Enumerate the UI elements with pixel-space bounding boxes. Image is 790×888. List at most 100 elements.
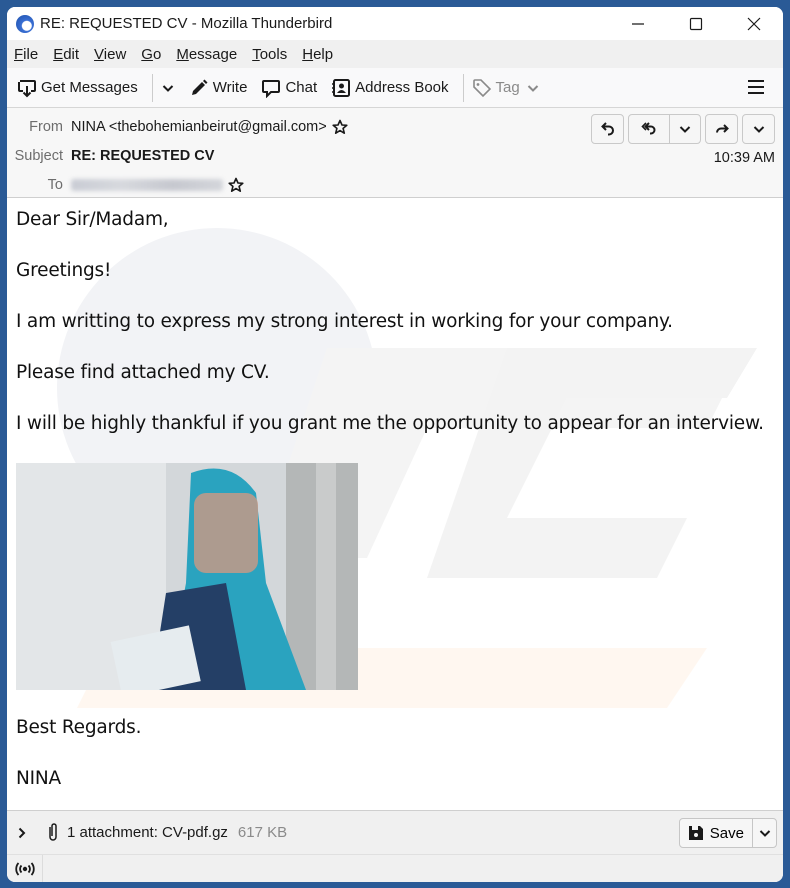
chat-label: Chat [285,79,318,96]
body-paragraph: Greetings! [16,260,112,281]
maximize-button[interactable] [667,7,725,40]
menu-label: o [152,45,162,63]
reply-button[interactable] [591,114,624,144]
embedded-photo[interactable] [16,463,358,690]
thunderbird-logo-icon [16,14,34,33]
maximize-icon [689,17,703,30]
menu-message[interactable]: Message [176,46,237,63]
forward-button[interactable] [705,114,738,144]
message-body: Dear Sir/Madam, Greetings! I am writting… [7,198,783,810]
menu-edit[interactable]: Edit [53,46,79,63]
online-broadcast-icon [14,861,35,876]
tag-button[interactable]: Tag [472,78,544,98]
menu-go[interactable]: Go [141,46,161,63]
more-actions-button[interactable] [742,114,775,144]
hamburger-menu-icon [748,80,764,94]
menu-label: elp [313,45,334,63]
star-icon[interactable] [332,119,348,135]
title-bar: RE: REQUESTED CV - Mozilla Thunderbird [7,7,783,40]
address-book-label: Address Book [355,79,449,96]
menu-view[interactable]: View [94,46,126,63]
thunderbird-window: RE: REQUESTED CV - Mozilla Thunderbird F… [7,7,783,882]
chevron-down-icon [679,126,691,133]
minimize-icon [632,22,644,25]
chat-bubble-icon [262,79,281,98]
address-book-icon [332,78,351,97]
subject-value: RE: REQUESTED CV [71,148,215,164]
to-value-redacted[interactable] [71,179,223,191]
status-bar [7,854,783,882]
reply-all-dropdown[interactable] [669,115,700,143]
save-disk-icon [688,826,703,840]
from-row: From NINA <thebohemianbeirut@gmail.com> [7,119,348,135]
save-dropdown[interactable] [752,819,776,847]
chevron-down-icon [162,84,173,92]
body-paragraph: Dear Sir/Madam, [16,209,169,230]
save-label: Save [709,824,744,842]
online-status-button[interactable] [7,854,43,882]
to-row: To [7,177,244,193]
minimize-button[interactable] [609,7,667,40]
menu-label: iew [103,45,127,63]
menu-accel: E [53,45,64,63]
chevron-down-icon [753,126,764,133]
forward-arrow-icon [715,124,729,133]
app-menu-button[interactable] [747,78,765,101]
menu-accel: G [141,45,153,63]
menu-help[interactable]: Help [302,46,333,63]
close-button[interactable] [725,7,783,40]
reply-icon [600,122,614,136]
window-title: RE: REQUESTED CV - Mozilla Thunderbird [40,15,333,32]
message-header: From NINA <thebohemianbeirut@gmail.com> … [7,108,783,198]
save-attachment-button[interactable]: Save [678,818,777,848]
body-paragraph: I will be highly thankful if you grant m… [16,413,764,434]
chevron-down-icon [527,84,538,92]
to-label: To [47,177,63,193]
signature-text: NINA [16,768,61,789]
subject-row: Subject RE: REQUESTED CV [7,148,215,164]
main-toolbar: Get Messages Write Chat Address Book Tag [7,68,783,108]
menu-accel: T [252,45,260,63]
toolbar-separator [462,73,464,102]
download-inbox-icon [18,79,36,97]
menu-accel: H [302,45,314,63]
attachment-summary[interactable]: 1 attachment: CV-pdf.gz [67,824,228,841]
write-label: Write [212,79,248,96]
paperclip-icon [49,822,57,841]
get-messages-button[interactable]: Get Messages [17,78,138,98]
from-value[interactable]: NINA <thebohemianbeirut@gmail.com> [71,119,327,135]
closing-text: Best Regards. [16,717,142,738]
attachment-size: 617 KB [237,824,288,841]
menu-accel: V [94,45,104,63]
get-messages-dropdown[interactable] [161,81,175,95]
tag-label: Tag [495,79,520,96]
menu-label: ile [23,45,39,63]
expand-chevron-icon[interactable] [15,826,29,840]
menu-bar: File Edit View Go Message Tools Help [7,40,783,68]
reply-all-button[interactable] [628,114,701,144]
chevron-down-icon [759,830,770,837]
menu-label: dit [63,45,80,63]
menu-accel: F [14,45,24,63]
chat-button[interactable]: Chat [261,78,317,98]
toolbar-separator [151,73,153,102]
star-icon[interactable] [228,177,244,193]
write-button[interactable]: Write [189,78,248,98]
attachment-bar: 1 attachment: CV-pdf.gz 617 KB Save [7,810,783,854]
reply-all-icon [641,122,656,135]
photo-woman-with-scarf [16,463,358,690]
message-actions [591,114,775,144]
get-messages-label: Get Messages [41,79,138,96]
tag-icon [472,78,491,97]
address-book-button[interactable]: Address Book [331,78,449,98]
menu-file[interactable]: File [14,46,38,63]
menu-label: essage [188,45,238,63]
menu-accel: M [176,45,189,63]
menu-label: ools [259,45,288,63]
subject-label: Subject [14,148,63,164]
message-time: 10:39 AM [713,150,775,166]
body-paragraph: I am writting to express my strong inter… [16,311,673,332]
menu-tools[interactable]: Tools [252,46,287,63]
close-icon [747,17,761,30]
pencil-icon [191,79,208,95]
